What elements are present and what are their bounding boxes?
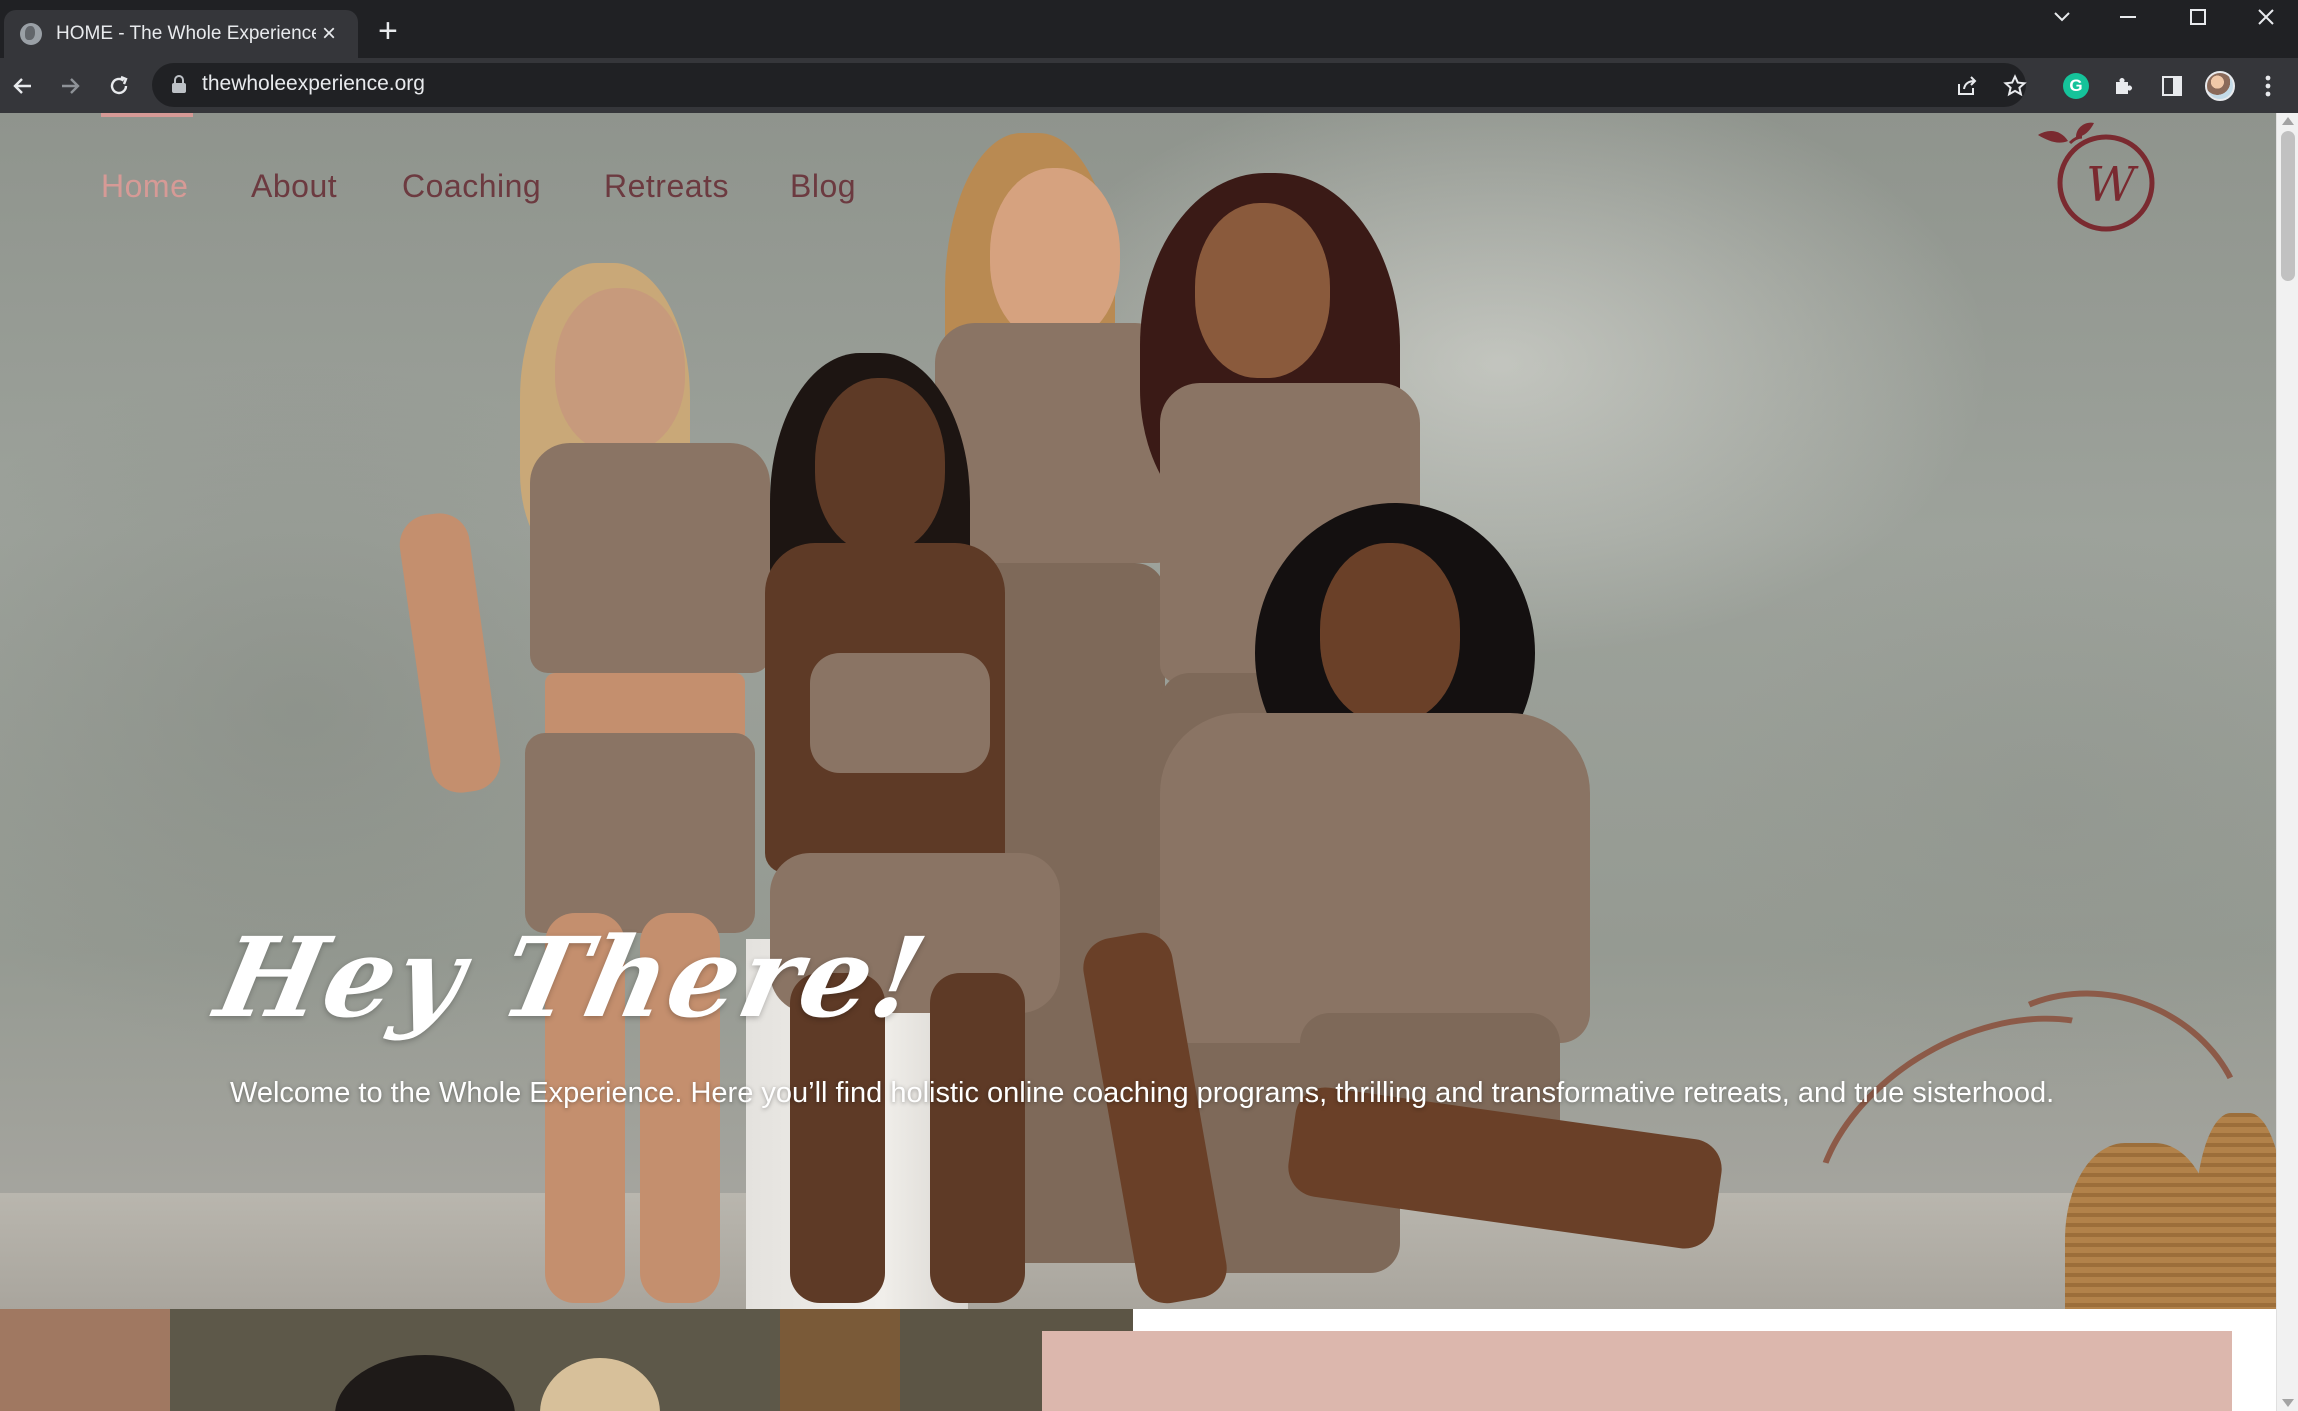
maximize-window-button[interactable] <box>2164 0 2232 34</box>
logo-letter: W <box>2086 157 2139 213</box>
hero-section: Home About Coaching Retreats Blog W Hey … <box>0 113 2276 1309</box>
browser-toolbar: thewholeexperience.org G <box>0 58 2298 113</box>
maximize-icon <box>2190 9 2206 25</box>
nav-about-link[interactable]: About <box>251 168 337 205</box>
nav-active-indicator <box>101 113 193 117</box>
share-icon[interactable] <box>1952 71 1982 101</box>
woven-vase-2 <box>2195 1113 2276 1309</box>
avatar-icon[interactable] <box>2204 70 2236 102</box>
scrollbar-thumb[interactable] <box>2281 131 2295 281</box>
url-text[interactable]: thewholeexperience.org <box>202 72 425 96</box>
section2-card <box>1042 1331 2232 1411</box>
reload-icon[interactable] <box>99 66 139 106</box>
nav-coaching-link[interactable]: Coaching <box>402 168 541 205</box>
site-logo[interactable]: W <box>2030 121 2170 233</box>
page-scrollbar[interactable] <box>2276 113 2298 1411</box>
arrow-right-icon[interactable] <box>50 66 90 106</box>
nav-home-link[interactable]: Home <box>101 168 188 205</box>
woven-vase-1 <box>2065 1143 2215 1309</box>
minimize-icon <box>2120 16 2136 18</box>
star-icon[interactable] <box>2000 71 2030 101</box>
browser-titlebar: HOME - The Whole Experience × + <box>0 0 2298 58</box>
address-bar[interactable]: thewholeexperience.org <box>152 63 2027 107</box>
hero-intro-text: Welcome to the Whole Experience. Here yo… <box>230 1077 2055 1109</box>
side-panel-icon[interactable] <box>2156 70 2188 102</box>
minimize-window-button[interactable] <box>2094 0 2162 34</box>
browser-tab-active[interactable]: HOME - The Whole Experience × <box>4 10 358 58</box>
new-tab-button[interactable]: + <box>378 14 398 48</box>
lock-icon[interactable] <box>172 75 186 93</box>
globe-icon <box>20 23 42 45</box>
nav-retreats-link[interactable]: Retreats <box>604 168 729 205</box>
site-navigation: Home About Coaching Retreats Blog <box>0 113 900 233</box>
scroll-up-arrow-icon[interactable] <box>2282 117 2294 125</box>
tab-search-dropdown-icon[interactable] <box>2028 0 2096 34</box>
nav-blog-link[interactable]: Blog <box>790 168 856 205</box>
arrow-left-icon[interactable] <box>3 66 43 106</box>
close-tab-icon[interactable]: × <box>316 22 342 46</box>
hero-title: Hey There! <box>206 913 938 1042</box>
grammarly-icon[interactable]: G <box>2060 70 2092 102</box>
scroll-down-arrow-icon[interactable] <box>2282 1399 2294 1407</box>
tab-title: HOME - The Whole Experience <box>56 23 316 44</box>
page-viewport: Home About Coaching Retreats Blog W Hey … <box>0 113 2298 1411</box>
close-window-button[interactable] <box>2232 0 2298 34</box>
kebab-menu-icon[interactable] <box>2252 70 2284 102</box>
puzzle-icon[interactable] <box>2108 70 2140 102</box>
